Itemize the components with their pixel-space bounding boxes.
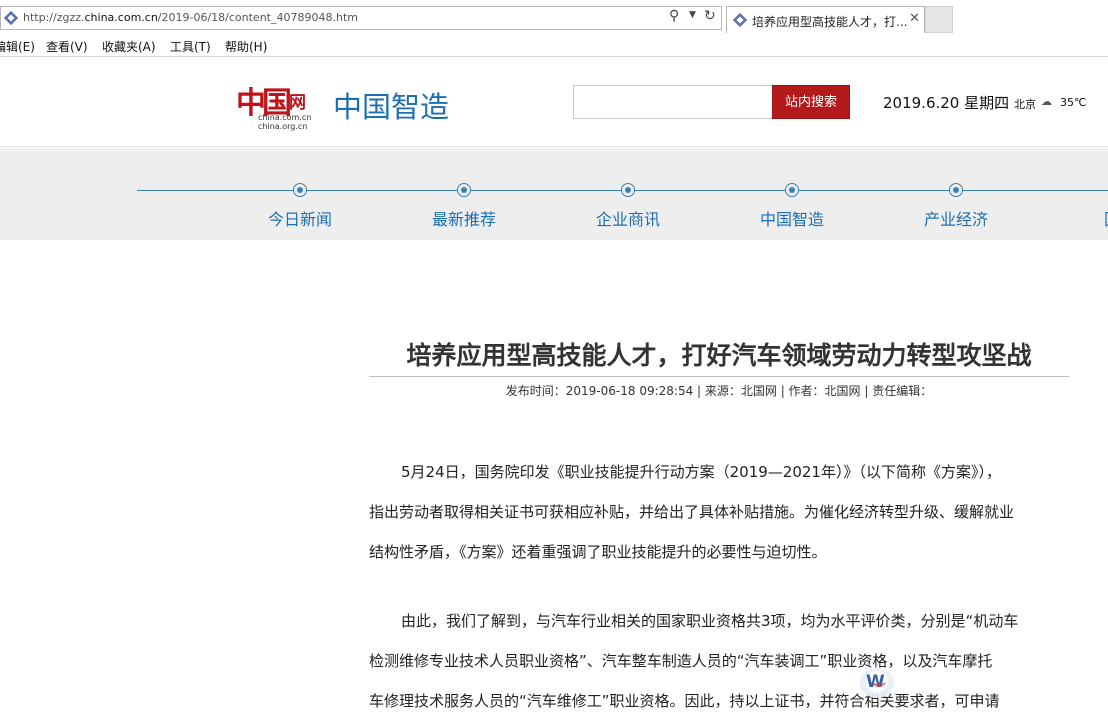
search-button[interactable]: 站内搜索 [772,85,850,119]
menu-view[interactable]: 查看(V) [46,38,88,55]
paragraph-line: 由此，我们了解到，与汽车行业相关的国家职业资格共3项，均为水平评价类，分别是“机… [401,612,1019,630]
paragraph-line: 5月24日，国务院印发《职业技能提升行动方案（2019—2021年）》（以下简称… [401,463,1001,481]
menu-tools[interactable]: 工具(T) [170,38,211,55]
article-meta: 发布时间：2019-06-18 09:28:54 | 来源：北国网 | 作者：北… [505,384,933,398]
nav-label: 今日新闻 [267,210,332,229]
paragraph-line: 检测维修专业技术人员职业资格”、汽车整车制造人员的“汽车装调工”职业资格，以及汽… [369,652,993,670]
nav-item-partial[interactable]: 国 [1044,182,1108,232]
search-icon[interactable]: ⚲ [669,8,679,24]
nav-label: 产业经济 [923,210,988,229]
browser-tab-active[interactable]: 培养应用型高技能人才，打... ✕ [726,6,925,33]
logo-wang: 网 [289,93,306,113]
header-date: 2019.6.20 星期四 [883,94,1010,112]
cloud-weather-icon: ☁ [1041,95,1052,108]
logo-domain-cn: china.com.cn [258,113,312,122]
main-nav: 今日新闻 最新推荐 企业商讯 中国智造 产业经济 国 [0,148,1108,240]
refresh-icon[interactable]: ↻ [704,8,716,24]
nav-label: 国 [1104,206,1108,230]
browser-chrome: http://zgzz.china.com.cn/2019-06/18/cont… [0,0,1108,57]
nav-label: 中国智造 [759,210,824,229]
paragraph-line: 指出劳动者取得相关证书可获相应补贴，并给出了具体补贴措施。为催化经济转型升级、缓… [369,503,1015,521]
nav-dot-icon [457,183,471,197]
address-bar[interactable]: http://zgzz.china.com.cn/2019-06/18/cont… [0,6,722,30]
new-tab-button[interactable] [925,6,953,33]
tab-title: 培养应用型高技能人才，打... [752,15,907,29]
nav-dot-icon [949,183,963,197]
nav-item-latest[interactable]: 最新推荐 [404,182,524,232]
article-paragraph: 5月24日，国务院印发《职业技能提升行动方案（2019—2021年）》（以下简称… [369,452,1069,572]
nav-item-china-made[interactable]: 中国智造 [732,182,852,232]
article-title: 培养应用型高技能人才，打好汽车领域劳动力转型攻坚战 [406,341,1032,370]
header-temperature: 35℃ [1060,96,1087,109]
logo-domain-org: china.org.cn [258,122,308,131]
nav-item-business[interactable]: 企业商讯 [568,182,688,232]
nav-dot-icon [621,183,635,197]
chevron-down-icon[interactable]: ▼ [689,10,696,20]
menu-help[interactable]: 帮助(H) [225,38,267,55]
header-city: 北京 [1014,98,1036,111]
site-header: 中国 网 china.com.cn china.org.cn 中国智造 站内搜索… [0,58,1108,147]
nav-label: 最新推荐 [431,210,496,229]
nav-label: 企业商讯 [595,210,660,229]
page-favicon-icon [4,11,18,25]
nav-item-today-news[interactable]: 今日新闻 [240,182,360,232]
tab-favicon-icon [733,13,747,27]
menu-favorites[interactable]: 收藏夹(A) [102,38,156,55]
paragraph-line: 车修理技术服务人员的“汽车维修工”职业资格。因此，持以上证书，并符合相关要求者，… [369,692,1000,710]
menu-edit[interactable]: 编辑(E) [0,38,35,55]
paragraph-line: 结构性矛盾，《方案》还着重强调了职业技能提升的必要性与迫切性。 [369,543,827,561]
site-title[interactable]: 中国智造 [333,84,449,126]
search-input[interactable] [573,85,773,119]
nav-dot-icon [785,183,799,197]
nav-dot-icon [293,183,307,197]
close-icon[interactable]: ✕ [909,11,920,26]
watermark-swoosh-icon [872,675,886,687]
nav-item-industry[interactable]: 产业经济 [896,182,1016,232]
title-divider [369,376,1069,377]
article-paragraph: 由此，我们了解到，与汽车行业相关的国家职业资格共3项，均为水平评价类，分别是“机… [369,601,1069,714]
watermark-logo: W [860,668,894,698]
menu-bar: 编辑(E) 查看(V) 收藏夹(A) 工具(T) 帮助(H) [0,35,1108,57]
address-url[interactable]: http://zgzz.china.com.cn/2019-06/18/cont… [23,11,358,24]
site-logo[interactable]: 中国 网 china.com.cn china.org.cn [236,78,316,134]
